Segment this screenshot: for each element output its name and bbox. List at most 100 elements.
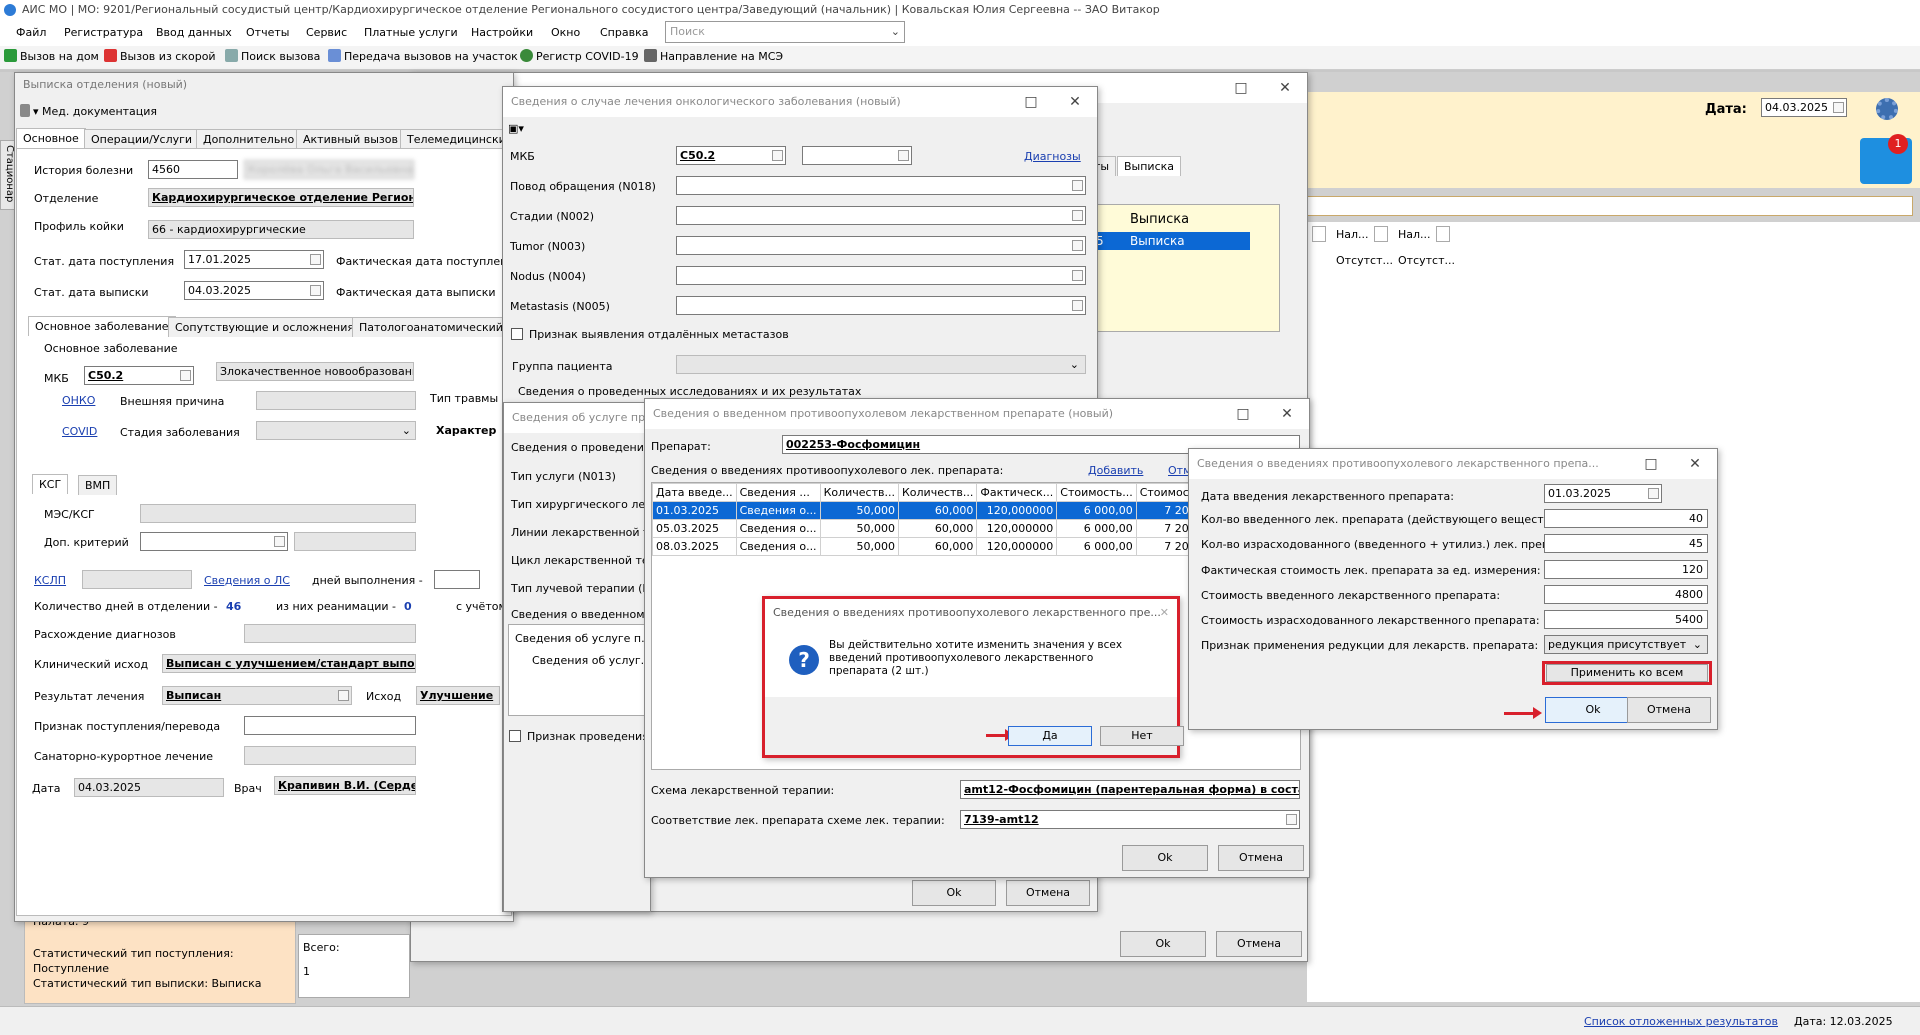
menu-service[interactable]: Сервис <box>306 26 347 39</box>
bg-ok-button[interactable]: Ok <box>1120 931 1206 957</box>
maximize-icon[interactable]: □ <box>1221 399 1265 429</box>
ext-cause-field[interactable] <box>256 391 416 410</box>
table-row[interactable]: 08.03.2025 Сведения о... 50,000 60,000 120,0… <box>652 537 1193 556</box>
covid-link[interactable]: COVID <box>62 425 97 438</box>
sanat-field[interactable] <box>244 746 416 765</box>
tab-additional[interactable]: Дополнительно <box>196 129 302 149</box>
diagnoses-link[interactable]: Диагнозы <box>1024 150 1081 163</box>
bed-field[interactable]: 66 - кардиохирургические <box>148 220 414 239</box>
table-row[interactable]: 01.03.2025 Сведения о... 50,000 60,000 120,0… <box>652 501 1193 520</box>
close-icon[interactable]: ✕ <box>1263 73 1307 103</box>
tree-node[interactable]: Сведения об услуг... <box>532 654 651 667</box>
reason-field[interactable] <box>676 176 1086 195</box>
add-link[interactable]: Добавить <box>1088 464 1143 477</box>
discharge-date-field[interactable]: 04.03.2025 <box>184 281 324 300</box>
tab-discharge[interactable]: Выписка <box>1117 156 1182 176</box>
search-input[interactable]: Поиск ⌄ <box>665 21 905 43</box>
onco-mkb-field[interactable]: C50.2 <box>676 146 786 165</box>
col-header[interactable]: Количеств... <box>897 483 978 502</box>
maximize-icon[interactable]: □ <box>1219 73 1263 103</box>
history-field[interactable]: 4560 <box>148 160 238 179</box>
close-icon[interactable]: ✕ <box>1160 599 1169 627</box>
ls-info-link[interactable]: Сведения о ЛС <box>204 574 290 587</box>
ambulance-call-button[interactable]: Вызов из скорой <box>104 49 216 63</box>
drug-ok-button[interactable]: Ok <box>1122 845 1208 871</box>
med-docs-button[interactable]: ▾ Мед. документация <box>20 104 157 118</box>
filter-dropdown[interactable] <box>1436 226 1450 242</box>
close-icon[interactable]: ✕ <box>1265 399 1309 429</box>
col-header[interactable]: Сведения ... <box>735 483 821 502</box>
result-field[interactable]: Выписан <box>162 686 352 705</box>
find-call-button[interactable]: Поиск вызова <box>225 49 320 63</box>
q3-field[interactable]: 120 <box>1544 560 1708 579</box>
tab-pathology[interactable]: Патологоанатомический <box>352 317 510 337</box>
intro-cancel-button[interactable]: Отмена <box>1627 697 1711 723</box>
menu-help[interactable]: Справка <box>600 26 648 39</box>
metastasis-field[interactable] <box>676 296 1086 315</box>
table-row[interactable]: 05.03.2025 Сведения о... 50,000 60,000 120,0… <box>652 519 1193 538</box>
onco-menu-icon[interactable]: ▣▾ <box>508 122 524 135</box>
q5-field[interactable]: 5400 <box>1544 610 1708 629</box>
q4-field[interactable]: 4800 <box>1544 585 1708 604</box>
close-icon[interactable]: ✕ <box>1673 449 1717 479</box>
doctor-field[interactable]: Крапивин В.И. (Сердечно-сосудистый <box>274 776 416 795</box>
confirm-yes-button[interactable]: Да <box>1008 726 1092 746</box>
tab-active-call[interactable]: Активный вызов <box>296 129 405 149</box>
tumor-field[interactable] <box>676 236 1086 255</box>
kslp-link[interactable]: КСЛП <box>34 574 66 587</box>
col-header[interactable]: Количеств... <box>819 483 899 502</box>
bg-cancel-button[interactable]: Отмена <box>1216 931 1302 957</box>
days-exec-field[interactable] <box>434 570 480 589</box>
tab-main[interactable]: Основное <box>16 128 86 148</box>
mes-field[interactable] <box>140 504 416 523</box>
intro-date-field[interactable]: 01.03.2025 <box>1544 484 1662 503</box>
filter-dropdown[interactable] <box>1374 226 1388 242</box>
tab-operations[interactable]: Операции/Услуги <box>84 129 200 149</box>
tab-comorbid[interactable]: Сопутствующие и осложнения <box>168 317 362 337</box>
match-field[interactable]: 7139-amt12 <box>960 810 1300 829</box>
apply-all-button[interactable]: Применить ко всем <box>1546 664 1708 682</box>
drug-cancel-button[interactable]: Отмена <box>1218 845 1304 871</box>
menu-registry[interactable]: Регистратура <box>64 26 143 39</box>
diverg-field[interactable] <box>244 624 416 643</box>
stage-n002-field[interactable] <box>676 206 1086 225</box>
nodus-field[interactable] <box>676 266 1086 285</box>
admission-date-field[interactable]: 17.01.2025 <box>184 250 324 269</box>
col-header[interactable]: Дата введе... <box>652 483 737 502</box>
patient-group-field[interactable]: ⌄ <box>676 355 1086 374</box>
transfer-calls-button[interactable]: Передача вызовов на участок <box>328 49 518 63</box>
service-cancel-button[interactable]: Отмена <box>1006 880 1090 906</box>
col-header[interactable]: Стоимос <box>1135 483 1193 502</box>
onko-link[interactable]: ОНКО <box>62 394 95 407</box>
menu-settings[interactable]: Настройки <box>471 26 533 39</box>
mse-referral-button[interactable]: Направление на МСЭ <box>644 49 783 63</box>
gear-icon[interactable] <box>1876 98 1898 120</box>
covid-registry-button[interactable]: Регистр COVID-19 <box>520 49 639 63</box>
tab-ksg[interactable]: КСГ <box>32 474 69 494</box>
tab-vmp[interactable]: ВМП <box>78 475 118 495</box>
service-ok-button[interactable]: Ok <box>912 880 996 906</box>
tree-node[interactable]: Сведения об услуге п... <box>515 632 652 645</box>
tab-main-disease[interactable]: Основное заболевание <box>28 316 176 336</box>
stage-field[interactable]: ⌄ <box>256 421 416 440</box>
dept-field[interactable]: Кардиохирургическое отделение Региональн… <box>148 188 414 207</box>
menu-data-entry[interactable]: Ввод данных <box>156 26 232 39</box>
q2-field[interactable]: 45 <box>1544 534 1708 553</box>
filter-dropdown[interactable] <box>1312 226 1326 242</box>
close-icon[interactable]: ✕ <box>1053 87 1097 117</box>
menu-file[interactable]: Файл <box>16 26 46 39</box>
q1-field[interactable]: 40 <box>1544 509 1708 528</box>
metastasis-checkbox[interactable] <box>511 328 523 340</box>
sign-checkbox[interactable] <box>509 730 521 742</box>
date-picker[interactable]: 04.03.2025 <box>1761 98 1847 117</box>
deferred-results-link[interactable]: Список отложенных результатов <box>1584 1015 1778 1028</box>
transfer-field[interactable] <box>244 716 416 735</box>
menu-window[interactable]: Окно <box>551 26 580 39</box>
onco-mkb2-field[interactable] <box>802 146 912 165</box>
dop-criteria-field[interactable] <box>140 532 288 551</box>
scheme-field[interactable]: amt12-Фосфомицин (парентеральная форма) … <box>960 780 1300 799</box>
ishod-field[interactable]: Улучшение <box>416 686 500 705</box>
reduction-select[interactable]: редукция присутствует ⌄ <box>1544 635 1708 654</box>
maximize-icon[interactable]: □ <box>1629 449 1673 479</box>
date-field[interactable]: 04.03.2025 <box>74 778 224 797</box>
